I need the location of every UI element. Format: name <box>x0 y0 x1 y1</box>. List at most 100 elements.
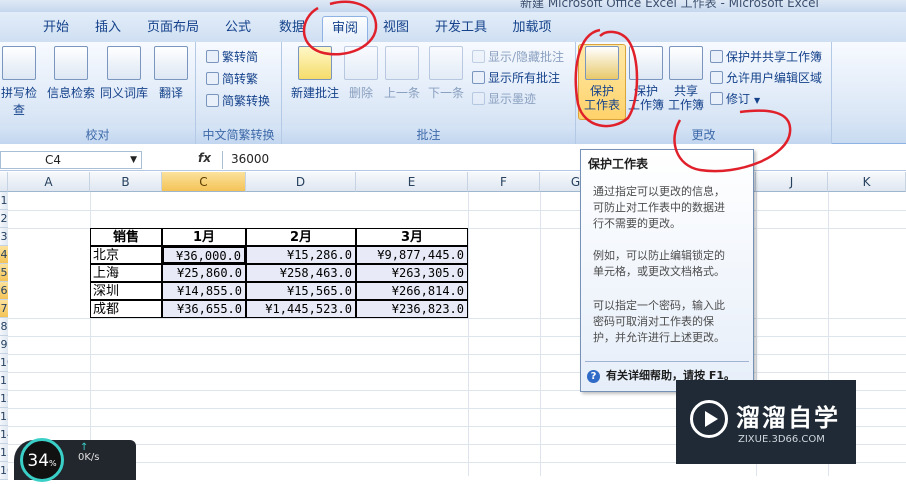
row-header[interactable]: 7 <box>0 300 8 318</box>
show-hide-comment-button[interactable]: 显示/隐藏批注 <box>472 48 564 66</box>
tab-addins[interactable]: 加载项 <box>506 16 558 42</box>
row-header[interactable]: 14 <box>0 426 8 444</box>
row-header[interactable]: 11 <box>0 372 8 390</box>
previous-comment-icon <box>385 46 419 80</box>
delete-comment-button[interactable]: 删除 <box>344 46 378 101</box>
tab-formulas[interactable]: 公式 <box>218 16 258 42</box>
column-header-b[interactable]: B <box>90 172 162 192</box>
new-comment-button[interactable]: 新建批注 <box>286 46 344 101</box>
group-label-comments: 批注 <box>282 126 575 144</box>
row-header[interactable]: 16 <box>0 462 8 480</box>
tab-page-layout[interactable]: 页面布局 <box>140 16 206 42</box>
tab-view[interactable]: 视图 <box>374 16 418 42</box>
column-header-k[interactable]: K <box>828 172 906 192</box>
group-label-proofing: 校对 <box>0 126 195 144</box>
protect-share-workbook-button[interactable]: 保护并共享工作簿 <box>710 48 822 66</box>
column-header-a[interactable]: A <box>8 172 90 192</box>
gridline <box>8 354 906 355</box>
row-header[interactable]: 13 <box>0 408 8 426</box>
table-cell[interactable]: ¥1,445,523.0 <box>246 300 356 318</box>
watermark-url: ZIXUE.3D66.COM <box>738 434 825 445</box>
row-header[interactable]: 1 <box>0 192 8 210</box>
simp-to-trad-icon <box>206 72 219 85</box>
translate-button[interactable]: 翻译 <box>152 46 190 101</box>
table-cell[interactable]: ¥236,823.0 <box>356 300 468 318</box>
select-all-corner[interactable] <box>0 172 8 192</box>
tab-data[interactable]: 数据 <box>270 16 314 42</box>
table-cell[interactable]: ¥14,855.0 <box>162 282 246 300</box>
column-header-d[interactable]: D <box>246 172 356 192</box>
show-hide-comment-icon <box>472 50 485 63</box>
gridline <box>8 318 906 319</box>
table-cell[interactable]: ¥15,286.0 <box>246 246 356 264</box>
share-workbook-button[interactable]: 共享 工作簿 <box>664 46 708 112</box>
research-button[interactable]: 信息检索 <box>46 46 96 101</box>
name-box[interactable]: C4 ▼ <box>0 151 142 169</box>
trad-to-simp-button[interactable]: 繁转简 <box>206 48 258 66</box>
watermark-name: 溜溜自学 <box>736 404 840 432</box>
table-header-cell[interactable]: 销售 <box>90 228 162 246</box>
chevron-down-icon: ▼ <box>754 96 761 105</box>
show-ink-button[interactable]: 显示墨迹 <box>472 90 536 108</box>
table-cell-city[interactable]: 成都 <box>90 300 162 318</box>
gridline <box>468 192 469 476</box>
fx-icon[interactable]: fx <box>198 151 211 165</box>
table-cell-city[interactable]: 上海 <box>90 264 162 282</box>
column-header-j[interactable]: J <box>756 172 828 192</box>
track-changes-button[interactable]: 修订 ▼ <box>710 90 760 108</box>
track-changes-icon <box>710 92 723 105</box>
protect-workbook-button[interactable]: 保护 工作簿 <box>626 46 666 112</box>
table-cell[interactable]: ¥266,814.0 <box>356 282 468 300</box>
previous-comment-button[interactable]: 上一条 <box>380 46 424 101</box>
table-cell[interactable]: ¥258,463.0 <box>246 264 356 282</box>
tab-review[interactable]: 审阅 <box>322 16 368 42</box>
simp-to-trad-button[interactable]: 简转繁 <box>206 70 258 88</box>
thesaurus-button[interactable]: 同义词库 <box>98 46 150 101</box>
show-all-comments-button[interactable]: 显示所有批注 <box>472 69 560 87</box>
table-cell[interactable]: ¥9,877,445.0 <box>356 246 468 264</box>
table-header-cell[interactable]: 2月 <box>246 228 356 246</box>
row-header[interactable]: 12 <box>0 390 8 408</box>
group-proofing: 拼写检查 信息检索 同义词库 翻译 校对 <box>0 42 196 144</box>
chinese-conversion-button[interactable]: 简繁转换 <box>206 92 270 110</box>
protect-sheet-button[interactable]: 保护 工作表 <box>578 46 626 112</box>
row-header[interactable]: 8 <box>0 318 8 336</box>
row-header[interactable]: 3 <box>0 228 8 246</box>
column-header-f[interactable]: F <box>468 172 540 192</box>
chevron-down-icon[interactable]: ▼ <box>130 152 137 168</box>
row-header[interactable]: 10 <box>0 354 8 372</box>
row-header[interactable]: 2 <box>0 210 8 228</box>
protect-sheet-icon <box>585 46 619 80</box>
row-header[interactable]: 4 <box>0 246 8 264</box>
gridline <box>8 372 906 373</box>
row-header[interactable]: 15 <box>0 444 8 462</box>
row-header[interactable]: 5 <box>0 264 8 282</box>
row-header[interactable]: 9 <box>0 336 8 354</box>
table-cell[interactable]: ¥36,655.0 <box>162 300 246 318</box>
table-header-cell[interactable]: 1月 <box>162 228 246 246</box>
tab-home[interactable]: 开始 <box>34 16 78 42</box>
spell-check-button[interactable]: 拼写检查 <box>0 46 42 118</box>
table-cell[interactable]: ¥263,305.0 <box>356 264 468 282</box>
column-header-c[interactable]: C <box>162 172 246 192</box>
network-speed-widget: 34% ↑ 0K/s <box>14 438 136 482</box>
formula-input[interactable]: 36000 <box>222 151 582 169</box>
tooltip-divider <box>585 361 749 362</box>
table-cell[interactable]: ¥15,565.0 <box>246 282 356 300</box>
table-cell[interactable]: ¥25,860.0 <box>162 264 246 282</box>
column-header-e[interactable]: E <box>356 172 468 192</box>
gridline <box>8 210 906 211</box>
share-workbook-icon <box>669 46 703 80</box>
table-cell-city[interactable]: 北京 <box>90 246 162 264</box>
table-header-cell[interactable]: 3月 <box>356 228 468 246</box>
protect-workbook-icon <box>629 46 663 80</box>
speed-rate: 0K/s <box>78 452 100 463</box>
allow-edit-ranges-button[interactable]: 允许用户编辑区域 <box>710 69 822 87</box>
next-comment-button[interactable]: 下一条 <box>424 46 468 101</box>
tab-developer[interactable]: 开发工具 <box>428 16 494 42</box>
row-header[interactable]: 6 <box>0 282 8 300</box>
thesaurus-icon <box>107 46 141 80</box>
tab-insert[interactable]: 插入 <box>88 16 128 42</box>
table-cell-active[interactable]: ¥36,000.0 <box>162 246 246 264</box>
table-cell-city[interactable]: 深圳 <box>90 282 162 300</box>
